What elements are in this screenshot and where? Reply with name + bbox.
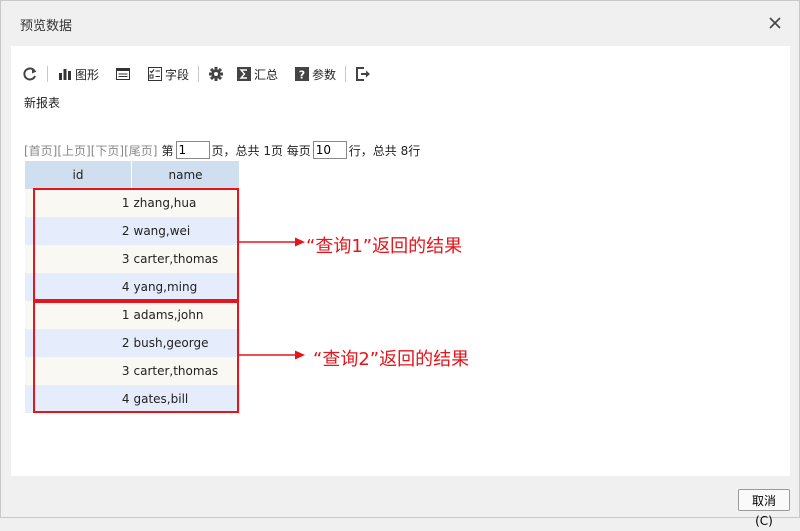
close-button[interactable] bbox=[765, 13, 785, 33]
chart-label: 图形 bbox=[75, 67, 100, 82]
fields-icon bbox=[148, 67, 163, 81]
fields-label: 字段 bbox=[165, 67, 190, 82]
layout-button[interactable] bbox=[112, 63, 134, 85]
page-prefix: 第 bbox=[161, 143, 174, 158]
toolbar: 图形 字段 汇总 ? 参数 bbox=[19, 63, 374, 85]
column-header-id[interactable]: id bbox=[25, 161, 132, 189]
cancel-button[interactable]: 取消(C) bbox=[738, 489, 790, 528]
bar-chart-icon bbox=[59, 69, 71, 80]
settings-button[interactable] bbox=[205, 63, 227, 85]
gear-icon bbox=[209, 67, 224, 81]
export-button[interactable] bbox=[352, 63, 374, 85]
query1-annotation: “查询1”返回的结果 bbox=[306, 236, 463, 257]
chart-button[interactable]: 图形 bbox=[54, 63, 102, 85]
page-suffix: 页，总共 1页 每页 bbox=[211, 143, 311, 158]
toolbar-gap bbox=[134, 66, 144, 82]
toolbar-separator bbox=[198, 66, 200, 82]
rows-per-page-input[interactable] bbox=[312, 141, 347, 159]
toolbar-separator bbox=[345, 66, 347, 82]
question-icon: ? bbox=[295, 67, 310, 82]
query2-highlight-box bbox=[33, 301, 239, 413]
column-header-name[interactable]: name bbox=[131, 161, 240, 189]
query1-highlight-box bbox=[33, 188, 239, 301]
toolbar-gap bbox=[102, 66, 112, 82]
refresh-button[interactable] bbox=[19, 63, 41, 85]
svg-text:?: ? bbox=[299, 69, 305, 82]
prev-page-link[interactable]: [上页] bbox=[57, 142, 90, 159]
close-icon bbox=[769, 17, 781, 29]
dialog-title: 预览数据 bbox=[20, 19, 73, 34]
sigma-icon bbox=[237, 67, 252, 81]
summary-label: 汇总 bbox=[254, 67, 279, 82]
title-bar: 预览数据 bbox=[1, 1, 799, 45]
preview-dialog: 预览数据 图形 字段 汇总 ? 参数 新报表 [首页] [上页] [下页] [尾… bbox=[0, 0, 800, 528]
table-header-row: id name bbox=[25, 161, 240, 189]
report-title: 新报表 bbox=[24, 96, 61, 110]
summary-button[interactable]: 汇总 bbox=[233, 63, 281, 85]
query1-arrow-icon bbox=[239, 237, 305, 247]
last-page-link[interactable]: [尾页] bbox=[124, 142, 157, 159]
toolbar-gap bbox=[281, 66, 291, 82]
layout-icon bbox=[116, 68, 131, 80]
refresh-icon bbox=[23, 67, 37, 81]
page-number-input[interactable] bbox=[175, 141, 210, 159]
export-icon bbox=[356, 67, 371, 81]
query2-arrow-icon bbox=[239, 350, 305, 360]
query2-annotation: “查询2”返回的结果 bbox=[313, 349, 470, 370]
first-page-link[interactable]: [首页] bbox=[24, 142, 57, 159]
params-label: 参数 bbox=[312, 67, 337, 82]
toolbar-separator bbox=[47, 66, 48, 82]
rows-suffix: 行，总共 8行 bbox=[348, 143, 421, 158]
pager: [首页] [上页] [下页] [尾页] 第 页，总共 1页 每页 行，总共 8行 bbox=[24, 141, 420, 159]
fields-button[interactable]: 字段 bbox=[144, 63, 192, 85]
params-button[interactable]: ? 参数 bbox=[291, 63, 339, 85]
next-page-link[interactable]: [下页] bbox=[91, 142, 124, 159]
